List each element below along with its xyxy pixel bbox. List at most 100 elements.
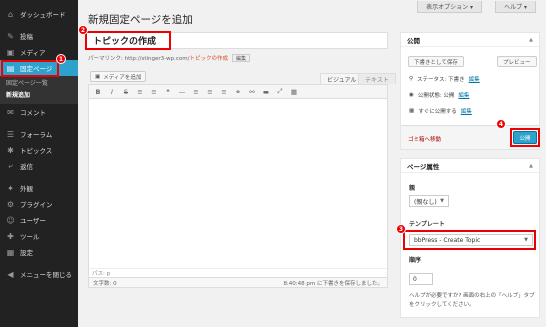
align-center-icon[interactable]: ≡ <box>206 88 214 96</box>
link-icon[interactable]: ⚭ <box>234 88 242 96</box>
help-button[interactable]: ヘルプ ▾ <box>495 1 536 13</box>
attributes-help-text: ヘルプが必要ですか? 画面の右上の「ヘルプ」タブをクリックしてください。 <box>409 293 535 308</box>
schedule-label: すぐに公開する <box>418 109 457 115</box>
settings-icon: ▦ <box>6 247 15 257</box>
media-icon: ▣ <box>95 73 101 80</box>
highlight-publish <box>510 128 540 147</box>
highlight-template <box>403 230 536 250</box>
sidebar-item-posts[interactable]: ✎ 投稿 <box>0 28 78 44</box>
sidebar-item-appearance[interactable]: ✦ 外観 <box>0 180 78 196</box>
status-edit-link[interactable]: 編集 <box>469 75 480 83</box>
comment-icon: ✉ <box>7 107 14 117</box>
read-more-icon[interactable]: ▬ <box>262 88 270 96</box>
save-draft-button[interactable]: 下書きとして保存 <box>408 56 464 67</box>
topic-icon: ✱ <box>7 145 14 155</box>
parent-label: 親 <box>409 185 416 192</box>
permalink-edit-button[interactable]: 編集 <box>231 54 250 62</box>
tab-text[interactable]: テキスト <box>358 73 396 84</box>
sidebar-item-topics[interactable]: ✱ トピックス <box>0 142 78 158</box>
bold-icon[interactable]: B <box>94 88 102 96</box>
pin-icon: ✎ <box>7 31 14 41</box>
publish-actions: ゴミ箱へ移動 公開 <box>401 125 540 149</box>
status-row: ⚲ ステータス: 下書き 編集 <box>409 75 480 83</box>
unlink-icon[interactable]: ⚯ <box>248 88 256 96</box>
user-icon: ☺ <box>6 215 15 225</box>
content-editor[interactable]: B I S ≡ ≡ ❝ — ≡ ≡ ≡ ⚭ ⚯ ▬ ⤢ ▦ パス: p 文字数:… <box>88 84 388 288</box>
screen-options-button[interactable]: 表示オプション ▾ <box>417 1 482 13</box>
sidebar-subitem-all-pages[interactable]: 固定ページ一覧 <box>0 76 78 88</box>
page-attributes-header[interactable]: ページ属性 ▲ <box>401 159 539 173</box>
word-count: 文字数: 0 <box>93 280 117 287</box>
order-label: 順序 <box>409 257 422 264</box>
sidebar-item-label: 投稿 <box>20 33 33 41</box>
sidebar-item-plugins[interactable]: ⚙ プラグイン <box>0 196 78 212</box>
numbered-list-icon[interactable]: ≡ <box>150 88 158 96</box>
editor-path: パス: p <box>89 268 387 277</box>
draft-saved-status: 8:40:48 pm に下書きを保存しました。 <box>283 280 383 287</box>
permalink-label: パーマリンク: http://stinger3-wp.com/ <box>88 56 190 62</box>
permalink-slug: トピックの作成 <box>189 56 228 62</box>
collapse-menu-button[interactable]: ◀ メニューを閉じる <box>0 266 78 282</box>
page-title: 新規固定ページを追加 <box>88 14 193 26</box>
sidebar-item-label: ユーザー <box>20 217 46 225</box>
bullet-list-icon[interactable]: ≡ <box>136 88 144 96</box>
key-icon: ⚲ <box>409 76 414 82</box>
preview-button[interactable]: プレビュー <box>497 56 537 67</box>
schedule-row: ▦ すぐに公開する 編集 <box>409 107 472 115</box>
publish-box: 公開 ▲ 下書きとして保存 プレビュー ⚲ ステータス: 下書き 編集 ◉ 公開状態: … <box>400 32 540 150</box>
sidebar-item-forums[interactable]: ☰ フォーラム <box>0 126 78 142</box>
visibility-edit-link[interactable]: 編集 <box>458 91 469 99</box>
sidebar-subitem-add-new[interactable]: 新規追加 <box>0 88 78 100</box>
blockquote-icon[interactable]: ❝ <box>164 88 172 96</box>
page-attributes-title: ページ属性 <box>407 162 440 171</box>
italic-icon[interactable]: I <box>108 88 116 96</box>
publish-box-title: 公開 <box>407 36 420 45</box>
parent-value: (親なし) <box>414 198 437 206</box>
toolbar-toggle-icon[interactable]: ▦ <box>290 88 298 96</box>
align-right-icon[interactable]: ≡ <box>220 88 228 96</box>
sidebar-item-media[interactable]: ▣ メディア <box>0 44 78 60</box>
forum-icon: ☰ <box>6 129 15 139</box>
highlight-title <box>85 31 171 50</box>
move-to-trash-link[interactable]: ゴミ箱へ移動 <box>408 135 441 143</box>
dropdown-arrow-icon: ▼ <box>440 198 444 204</box>
sidebar-item-dashboard[interactable]: ⌂ ダッシュボード <box>0 6 78 22</box>
fullscreen-icon[interactable]: ⤢ <box>276 87 284 96</box>
sidebar-item-label: コメント <box>20 109 46 117</box>
template-label: テンプレート <box>409 221 445 228</box>
sidebar-item-label: ダッシュボード <box>20 11 66 19</box>
annotation-badge-3: 3 <box>396 224 406 234</box>
sidebar-item-label: メニューを閉じる <box>20 271 72 279</box>
admin-sidebar: ⌂ ダッシュボード ✎ 投稿 ▣ メディア ▤ 固定ページ 固定ページ一覧 新規追加 ✉… <box>0 0 78 327</box>
schedule-edit-link[interactable]: 編集 <box>461 107 472 115</box>
sidebar-item-label: プラグイン <box>20 201 53 209</box>
plugin-icon: ⚙ <box>6 199 15 209</box>
dashboard-icon: ⌂ <box>7 9 14 19</box>
eye-icon: ◉ <box>409 92 414 98</box>
editor-statusbar: 文字数: 0 8:40:48 pm に下書きを保存しました。 <box>89 277 387 287</box>
permalink: パーマリンク: http://stinger3-wp.com/ トピックの作成 … <box>88 54 250 62</box>
collapse-caret-icon: ▲ <box>529 162 533 169</box>
order-input[interactable]: 0 <box>409 273 433 285</box>
add-media-label: メディアを追加 <box>103 74 142 81</box>
sidebar-item-label: ツール <box>20 233 40 241</box>
add-media-button[interactable]: ▣ メディアを追加 <box>90 71 147 82</box>
strikethrough-icon[interactable]: S <box>122 88 130 96</box>
annotation-badge-1: 1 <box>56 54 66 64</box>
sidebar-item-users[interactable]: ☺ ユーザー <box>0 212 78 228</box>
annotation-badge-2: 2 <box>78 25 88 35</box>
horizontal-line-icon[interactable]: — <box>178 88 186 96</box>
sidebar-item-comments[interactable]: ✉ コメント <box>0 104 78 120</box>
sidebar-item-settings[interactable]: ▦ 設定 <box>0 244 78 260</box>
sidebar-item-label: トピックス <box>20 147 53 155</box>
align-left-icon[interactable]: ≡ <box>192 88 200 96</box>
parent-select[interactable]: (親なし) ▼ <box>409 195 449 207</box>
sidebar-item-tools[interactable]: ✚ ツール <box>0 228 78 244</box>
publish-box-header[interactable]: 公開 ▲ <box>401 33 539 47</box>
visibility-label: 公開状態: 公開 <box>417 93 455 99</box>
sidebar-item-label: 返信 <box>20 163 33 171</box>
tab-visual[interactable]: ビジュアル <box>320 73 364 84</box>
sidebar-item-replies[interactable]: ⤶ 返信 <box>0 158 78 174</box>
sidebar-item-label: フォーラム <box>20 131 53 139</box>
reply-icon: ⤶ <box>8 161 13 170</box>
